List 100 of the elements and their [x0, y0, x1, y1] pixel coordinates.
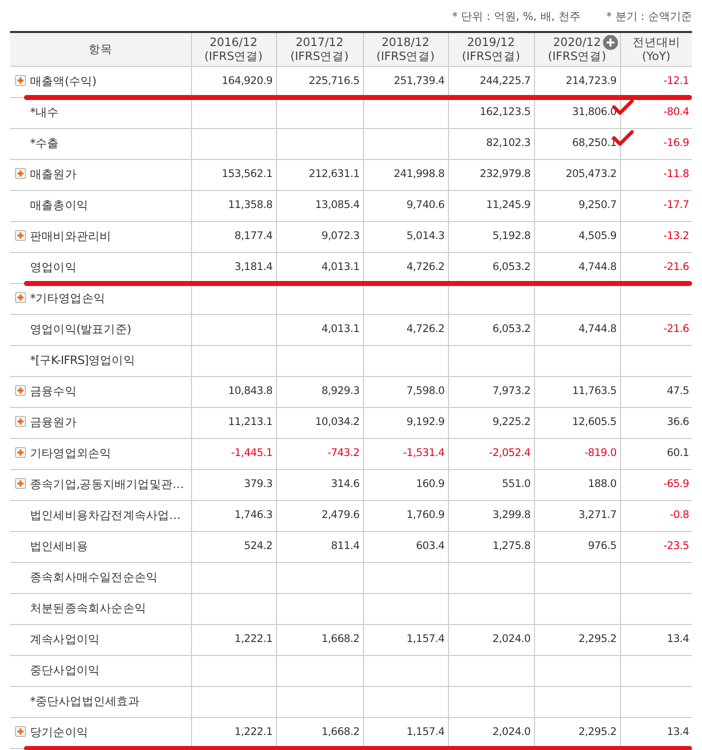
expand-icon[interactable]: [15, 416, 26, 427]
table-cell: 153,562.1: [222, 168, 272, 180]
expand-icon[interactable]: [15, 726, 26, 737]
table-cell: 551.0: [502, 478, 530, 490]
table-cell: -80.4: [663, 106, 689, 118]
row-label: 종속기업,공동지배기업및관…: [30, 476, 184, 491]
table-cell: 5,014.3: [406, 230, 444, 242]
row-label: 금융원가: [30, 414, 76, 429]
column-header: 전년대비 (YoY): [620, 32, 692, 66]
table-cell: 603.4: [416, 540, 444, 552]
table-cell: -0.8: [670, 508, 689, 521]
expand-icon[interactable]: [15, 446, 26, 458]
table-cell: 1,275.8: [492, 540, 530, 552]
table-cell: 11,763.5: [572, 384, 616, 397]
table-cell: 1,746.3: [234, 508, 272, 521]
expand-icon[interactable]: [15, 230, 26, 241]
table-cell: 8,177.4: [234, 230, 272, 242]
table-cell: 82,102.3: [486, 136, 530, 149]
row-label: 금융수익: [30, 384, 76, 398]
table-cell: 13.4: [666, 726, 689, 738]
table-cell: 241,998.8: [394, 168, 444, 180]
table-cell: 11,358.8: [228, 198, 272, 211]
unit-note: * 단위 : 억원, %, 배, 천주: [452, 9, 580, 25]
table-cell: 9,072.3: [322, 230, 360, 242]
table-cell: 4,505.9: [578, 230, 616, 242]
table-cell: 6,053.2: [492, 322, 530, 335]
table-cell: 811.4: [330, 540, 360, 552]
table-cell: 6,053.2: [492, 260, 530, 273]
row-label: 처분된종속회사순손익: [30, 600, 146, 615]
table-cell: 7,973.2: [492, 384, 530, 397]
table-cell: 47.5: [666, 384, 689, 397]
table-cell: -17.7: [663, 198, 689, 211]
table-cell: 60.1: [666, 446, 689, 459]
table-cell: 188.0: [588, 478, 616, 490]
expand-icon[interactable]: [15, 168, 26, 179]
table-cell: 212,631.1: [308, 168, 360, 180]
table-cell: 1,668.2: [322, 632, 360, 645]
table-cell: 1,222.1: [234, 632, 272, 645]
expand-icon[interactable]: [15, 292, 26, 303]
row-label: *기타영업손익: [30, 290, 105, 305]
table-cell: 10,843.8: [228, 384, 272, 397]
table-cell: 2,024.0: [492, 632, 530, 645]
table-cell: 160.9: [416, 478, 444, 490]
table-cell: 10,034.2: [315, 416, 360, 428]
table-cell: 11,245.9: [486, 198, 530, 211]
table-cell: 1,222.1: [234, 726, 272, 738]
table-cell: 2,295.2: [578, 632, 616, 645]
table-cell: 3,181.4: [234, 260, 272, 273]
column-header: 2016/12 (IFRS연결): [204, 35, 263, 64]
table-cell: 9,225.2: [492, 416, 530, 428]
expand-icon[interactable]: [602, 35, 618, 50]
row-label: 종속회사매수일전순손익: [30, 570, 158, 584]
table-cell: 13,085.4: [315, 198, 360, 211]
table-cell: 244,225.7: [480, 74, 530, 87]
table-cell: 2,479.6: [322, 508, 360, 521]
row-label: *[구K-IFRS]영업이익: [30, 352, 135, 367]
row-label: 영업이익(발표기준): [30, 322, 131, 336]
column-header: 2019/12 (IFRS연결): [462, 35, 520, 64]
table-cell: 1,668.2: [322, 726, 360, 738]
table-cell: 11,213.1: [228, 416, 272, 428]
table-cell: -16.9: [663, 136, 689, 149]
table-cell: 214,723.9: [566, 74, 616, 87]
table-cell: -819.0: [584, 446, 616, 459]
table-cell: 36.6: [666, 416, 689, 428]
table-cell: 12,605.5: [572, 416, 616, 428]
row-label: 당기순이익: [30, 724, 88, 739]
table-cell: 4,744.8: [578, 322, 616, 335]
table-cell: 1,157.4: [406, 632, 444, 645]
table-cell: -21.6: [663, 260, 689, 273]
table-cell: 379.3: [244, 478, 272, 490]
row-label: 영업이익: [30, 260, 76, 274]
table-cell: -12.1: [663, 74, 689, 87]
table-cell: -1,531.4: [403, 446, 444, 459]
row-label: *내수: [30, 104, 59, 119]
unit-note: * 분기 : 순액기준: [606, 9, 692, 25]
table-cell: 4,726.2: [406, 260, 444, 273]
table-cell: 5,192.8: [492, 230, 530, 242]
table-cell: 1,157.4: [406, 726, 444, 738]
table-cell: 13.4: [666, 632, 689, 645]
row-label: 기타영업외손익: [30, 446, 112, 460]
table-cell: -743.2: [327, 446, 360, 459]
table-cell: -65.9: [663, 478, 689, 490]
table-cell: 8,929.3: [322, 384, 360, 397]
row-label: 법인세비용: [30, 538, 88, 553]
table-cell: 1,760.9: [406, 508, 444, 521]
table-cell: -21.6: [663, 322, 689, 335]
table-cell: 9,250.7: [578, 198, 616, 211]
expand-icon[interactable]: [15, 74, 26, 86]
column-header: 2017/12 (IFRS연결): [290, 35, 349, 64]
expand-icon[interactable]: [15, 384, 26, 396]
column-header: 2018/12 (IFRS연결): [376, 35, 435, 64]
row-label: 매출총이익: [30, 198, 88, 212]
table-cell: 314.6: [330, 478, 360, 490]
column-header: 2020/12 (IFRS연결): [548, 35, 606, 64]
expand-icon[interactable]: [15, 478, 26, 489]
row-label: *수출: [30, 136, 59, 150]
table-cell: 976.5: [588, 540, 616, 552]
table-cell: 225,716.5: [308, 74, 360, 87]
table-cell: 4,726.2: [406, 322, 444, 335]
table-cell: 164,920.9: [222, 74, 272, 87]
